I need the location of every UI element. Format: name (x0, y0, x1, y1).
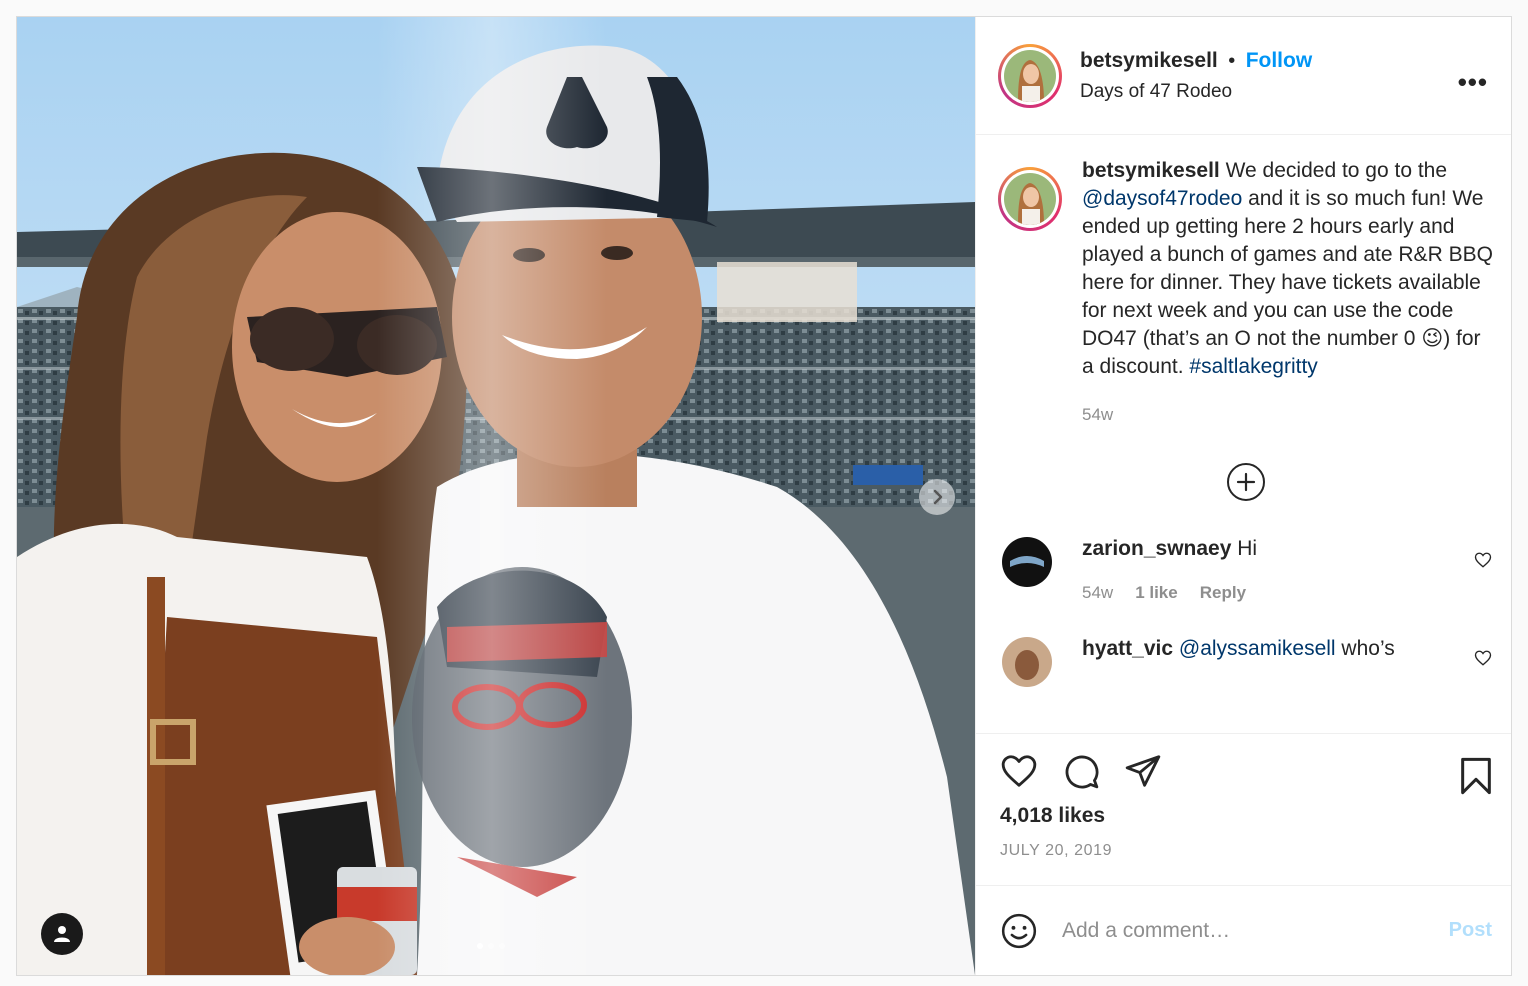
post-location[interactable]: Days of 47 Rodeo (1080, 81, 1312, 103)
comment-timestamp[interactable]: 54w (1082, 583, 1113, 603)
post-actions: 4,018 likes JULY 20, 2019 (976, 733, 1511, 885)
comments-section[interactable]: betsymikesell We decided to go to the @d… (976, 135, 1511, 733)
separator-dot: • (1228, 49, 1236, 72)
share-icon (1125, 755, 1161, 787)
post-side-panel: betsymikesell • Follow Days of 47 Rodeo … (975, 17, 1511, 975)
comment-item: zarion_swnaey Hi 54w 1 like Reply (998, 537, 1494, 603)
author-username[interactable]: betsymikesell (1080, 49, 1218, 72)
post-photo[interactable] (17, 17, 975, 975)
plus-circle-icon (1236, 472, 1256, 492)
comment-like-button[interactable] (1474, 551, 1492, 574)
comment-input[interactable] (1062, 918, 1449, 943)
caption-mention[interactable]: @daysof47rodeo (1082, 187, 1242, 210)
heart-icon (1474, 552, 1492, 568)
commenter-username[interactable]: zarion_swnaey (1082, 537, 1231, 560)
comment-icon (1065, 755, 1099, 789)
caption-hashtag[interactable]: #saltlakegritty (1189, 355, 1317, 378)
caption-timestamp[interactable]: 54w (1082, 405, 1494, 425)
avatar-image (1004, 173, 1056, 225)
avatar-image (1002, 537, 1052, 587)
user-tag-icon (54, 926, 70, 942)
post-comment-button[interactable]: Post (1449, 919, 1492, 942)
add-comment-bar: Post (976, 885, 1511, 975)
instagram-post: betsymikesell • Follow Days of 47 Rodeo … (16, 16, 1512, 976)
wink-emoji: 😉 (1421, 327, 1444, 350)
comment-text: who’s (1335, 637, 1395, 660)
carousel-dot (499, 943, 505, 949)
comment-text: Hi (1231, 537, 1258, 560)
reply-button[interactable]: Reply (1200, 583, 1246, 603)
emoji-button[interactable] (1000, 912, 1038, 950)
commenter-avatar[interactable] (1002, 537, 1052, 587)
post-date[interactable]: JULY 20, 2019 (1000, 842, 1492, 860)
caption-text: betsymikesell We decided to go to the @d… (1082, 157, 1494, 381)
more-options-button[interactable]: ••• (1458, 67, 1488, 98)
photo-image (17, 17, 975, 975)
comment-button[interactable] (1062, 752, 1100, 790)
avatar-image (1002, 637, 1052, 687)
commenter-avatar[interactable] (1002, 637, 1052, 687)
caption-text-part: and it is so much fun! We ended up getti… (1082, 187, 1493, 350)
follow-button[interactable]: Follow (1246, 49, 1313, 72)
comment-likes[interactable]: 1 like (1135, 583, 1178, 603)
comment-item: hyatt_vic @alyssamikesell who’s (998, 637, 1494, 687)
next-photo-button[interactable] (919, 479, 955, 515)
bookmark-icon (1461, 757, 1491, 795)
emoji-icon (1001, 913, 1037, 948)
avatar-image (1004, 49, 1056, 102)
heart-icon (1474, 650, 1492, 666)
likes-count[interactable]: 4,018 likes (1000, 804, 1492, 828)
carousel-dot (488, 943, 494, 949)
tagged-users-button[interactable] (41, 913, 83, 955)
post-header: betsymikesell • Follow Days of 47 Rodeo … (976, 17, 1511, 135)
load-more-comments-button[interactable] (1227, 463, 1265, 501)
heart-icon (1001, 755, 1037, 787)
chevron-right-icon (933, 489, 943, 505)
carousel-dot (477, 943, 483, 949)
commenter-username[interactable]: hyatt_vic (1082, 637, 1173, 660)
save-button[interactable] (1458, 756, 1494, 801)
share-button[interactable] (1124, 752, 1162, 790)
comment-mention[interactable]: @alyssamikesell (1179, 637, 1336, 660)
like-button[interactable] (1000, 752, 1038, 790)
caption-author-avatar[interactable] (998, 167, 1062, 231)
caption-username[interactable]: betsymikesell (1082, 159, 1220, 182)
comment-like-button[interactable] (1474, 649, 1492, 672)
post-caption: betsymikesell We decided to go to the @d… (998, 157, 1494, 381)
author-avatar[interactable] (998, 43, 1062, 108)
carousel-indicators (477, 943, 505, 949)
caption-text-part: We decided to go to the (1219, 159, 1448, 182)
